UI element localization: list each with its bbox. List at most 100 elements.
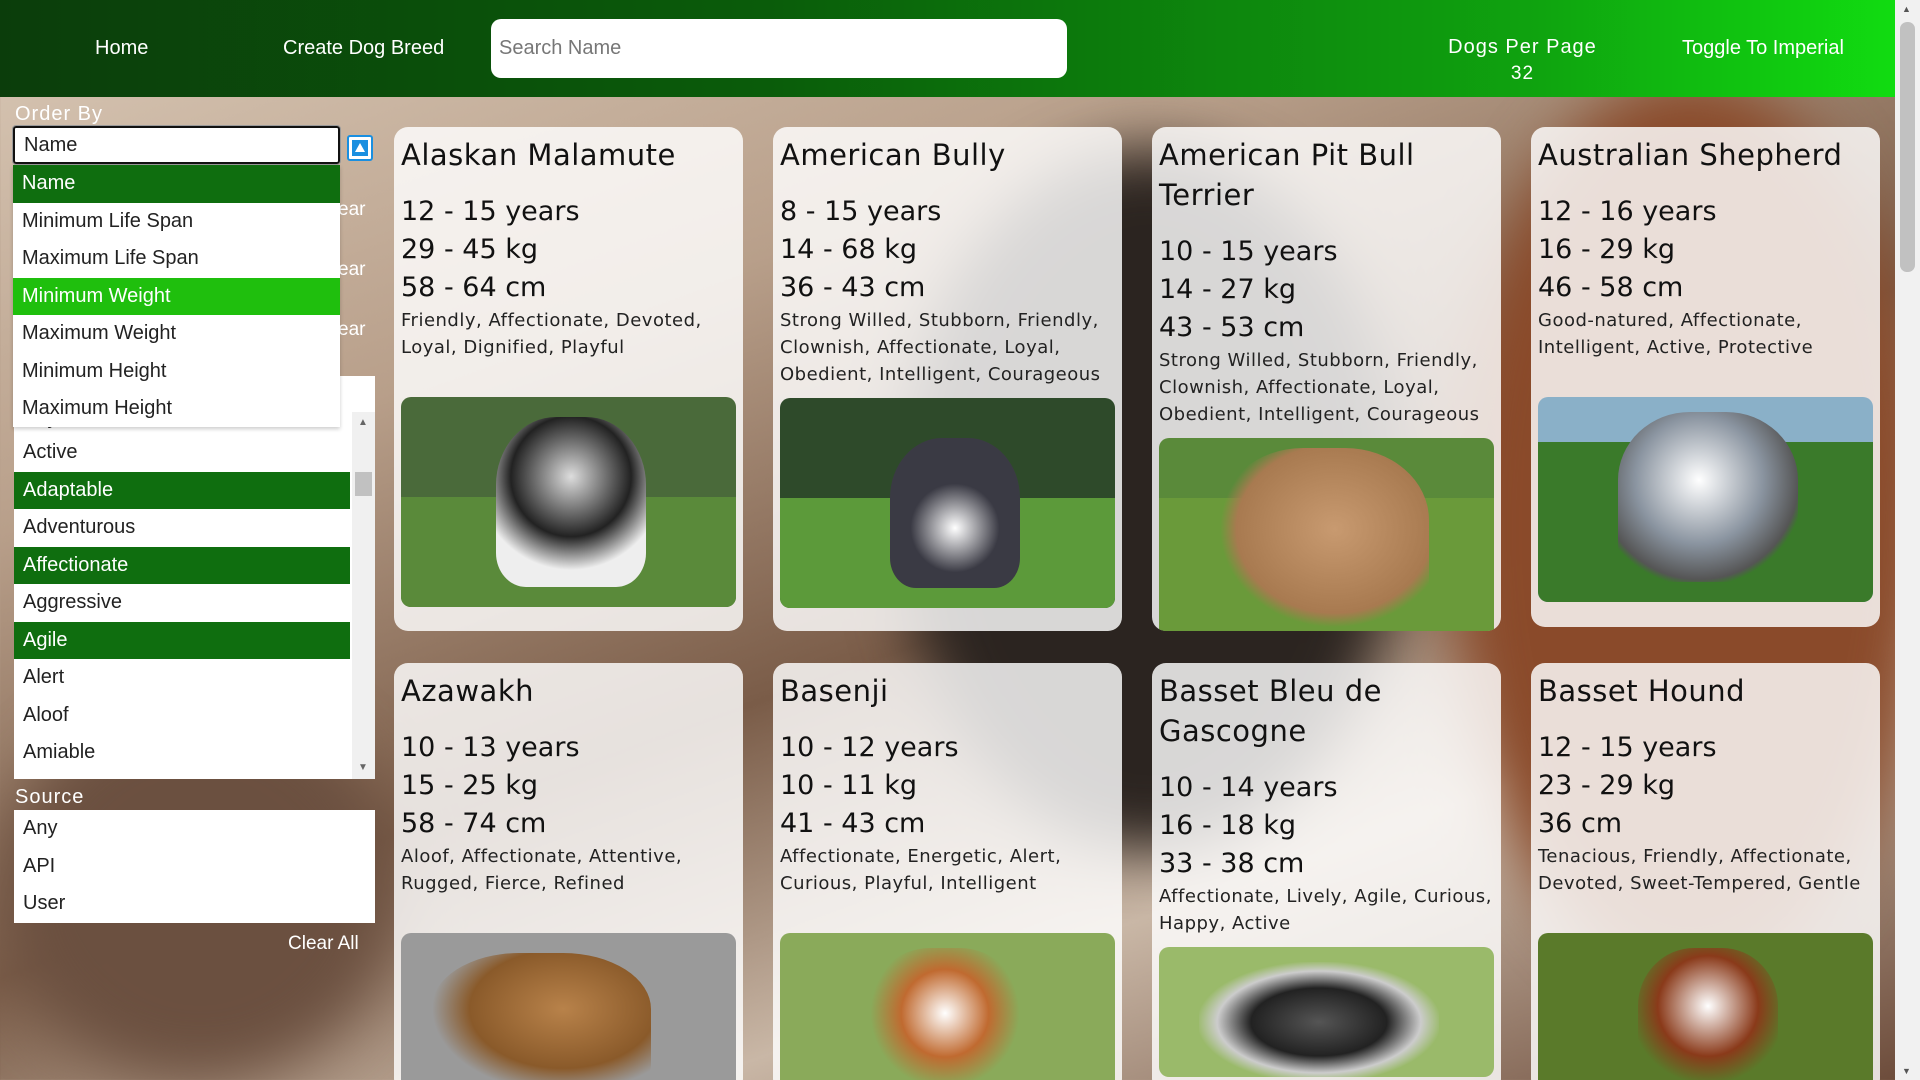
breed-name: American Pit Bull Terrier — [1159, 138, 1415, 212]
temperament-option[interactable]: Active — [14, 434, 350, 472]
breed-name: Alaskan Malamute — [401, 138, 676, 172]
page-scroll-thumb[interactable] — [1900, 22, 1915, 272]
height: 41 - 43 cm — [780, 808, 926, 839]
height: 36 cm — [1538, 808, 1623, 839]
order-option[interactable]: Name — [13, 165, 340, 203]
sort-direction-button[interactable] — [347, 135, 373, 161]
order-by-select[interactable]: Name — [12, 125, 341, 165]
scroll-down-arrow-icon[interactable]: ▼ — [358, 762, 368, 773]
source-option[interactable]: Any — [14, 810, 375, 848]
breed-card[interactable]: Basenji 10 - 12 years 10 - 11 kg 41 - 43… — [773, 663, 1122, 1080]
clear-filter-button[interactable]: ear — [338, 319, 365, 341]
temperament-option[interactable]: Aloof — [14, 697, 350, 735]
order-by-label: Order By — [15, 103, 104, 125]
order-option[interactable]: Minimum Life Span — [13, 203, 340, 241]
breed-card[interactable]: Australian Shepherd 12 - 16 years 16 - 2… — [1531, 127, 1880, 627]
temperament-option[interactable]: Agile — [14, 621, 350, 659]
temperament-text: Affectionate, Energetic, Alert, Curious,… — [780, 846, 1062, 894]
temperament-option[interactable]: Adventurous — [14, 509, 350, 547]
source-listbox[interactable]: Any API User — [14, 810, 375, 923]
breed-photo — [780, 933, 1115, 1080]
height: 58 - 74 cm — [401, 808, 547, 839]
breed-name: Basenji — [780, 674, 889, 708]
breed-card[interactable]: Basset Hound 12 - 15 years 23 - 29 kg 36… — [1531, 663, 1880, 1080]
temperament-text: Aloof, Affectionate, Attentive, Rugged, … — [401, 846, 683, 894]
temperament-text: Affectionate, Lively, Agile, Curious, Ha… — [1159, 886, 1492, 934]
life-span: 10 - 12 years — [780, 732, 959, 763]
scroll-up-arrow-icon[interactable]: ▲ — [1902, 4, 1911, 14]
clear-filter-button[interactable]: ear — [338, 199, 365, 221]
temperament-options: Any Active Adaptable Adventurous Affecti… — [14, 408, 350, 772]
weight: 29 - 45 kg — [401, 234, 538, 265]
order-option[interactable]: Maximum Life Span — [13, 240, 340, 278]
clear-filter-button[interactable]: ear — [338, 259, 365, 281]
weight: 14 - 68 kg — [780, 234, 917, 265]
temperament-listbox[interactable]: Any Active Adaptable Adventurous Affecti… — [14, 376, 375, 779]
breed-photo — [780, 398, 1115, 608]
temperament-text: Strong Willed, Stubborn, Friendly, Clown… — [780, 310, 1101, 385]
height: 58 - 64 cm — [401, 272, 547, 303]
breed-photo — [1538, 397, 1873, 602]
order-option[interactable]: Minimum Weight — [13, 277, 340, 315]
weight: 10 - 11 kg — [780, 770, 917, 801]
temperament-option[interactable]: Adaptable — [14, 471, 350, 509]
life-span: 10 - 14 years — [1159, 772, 1338, 803]
height: 36 - 43 cm — [780, 272, 926, 303]
dogs-per-page-label: Dogs Per Page — [1448, 36, 1597, 58]
scroll-up-arrow-icon[interactable]: ▲ — [358, 417, 368, 428]
temperament-option[interactable]: Affectionate — [14, 546, 350, 584]
temperament-text: Friendly, Affectionate, Devoted, Loyal, … — [401, 310, 702, 358]
toggle-units-button[interactable]: Toggle To Imperial — [1682, 37, 1844, 60]
source-option[interactable]: User — [14, 885, 375, 923]
height: 33 - 38 cm — [1159, 848, 1305, 879]
breed-card[interactable]: American Bully 8 - 15 years 14 - 68 kg 3… — [773, 127, 1122, 631]
temperament-text: Tenacious, Friendly, Affectionate, Devot… — [1538, 846, 1861, 894]
temperament-text: Good-natured, Affectionate, Intelligent,… — [1538, 310, 1814, 358]
temperament-option[interactable]: Alert — [14, 659, 350, 697]
top-navbar: Home Create Dog Breed Dogs Per Page 32 T… — [0, 0, 1920, 97]
life-span: 12 - 15 years — [401, 196, 580, 227]
height: 43 - 53 cm — [1159, 312, 1305, 343]
breed-card[interactable]: Azawakh 10 - 13 years 15 - 25 kg 58 - 74… — [394, 663, 743, 1080]
breed-photo — [1538, 933, 1873, 1080]
temperament-option[interactable]: Aggressive — [14, 584, 350, 622]
weight: 16 - 18 kg — [1159, 810, 1296, 841]
weight: 14 - 27 kg — [1159, 274, 1296, 305]
breed-name: American Bully — [780, 138, 1006, 172]
weight: 15 - 25 kg — [401, 770, 538, 801]
temperament-option[interactable]: Amiable — [14, 734, 350, 772]
breed-photo — [1159, 438, 1494, 631]
scroll-down-arrow-icon[interactable]: ▼ — [1902, 1066, 1911, 1076]
breed-card[interactable]: Alaskan Malamute 12 - 15 years 29 - 45 k… — [394, 127, 743, 631]
search-input[interactable] — [491, 19, 1067, 78]
dogs-per-page-control[interactable]: Dogs Per Page 32 — [1420, 36, 1625, 85]
order-option[interactable]: Minimum Height — [13, 353, 340, 391]
breed-photo — [1159, 947, 1494, 1077]
order-option[interactable]: Maximum Weight — [13, 315, 340, 353]
breed-card[interactable]: American Pit Bull Terrier 10 - 15 years … — [1152, 127, 1501, 631]
life-span: 12 - 16 years — [1538, 196, 1717, 227]
breed-photo — [401, 933, 736, 1080]
create-breed-link[interactable]: Create Dog Breed — [283, 37, 444, 60]
source-label: Source — [15, 786, 85, 808]
breed-name: Australian Shepherd — [1538, 138, 1843, 172]
temperament-scrollbar[interactable]: ▲ ▼ — [352, 412, 375, 779]
weight: 23 - 29 kg — [1538, 770, 1675, 801]
home-link[interactable]: Home — [95, 37, 148, 60]
life-span: 10 - 13 years — [401, 732, 580, 763]
life-span: 12 - 15 years — [1538, 732, 1717, 763]
life-span: 8 - 15 years — [780, 196, 942, 227]
order-option[interactable]: Maximum Height — [13, 390, 340, 427]
height: 46 - 58 cm — [1538, 272, 1684, 303]
breed-name: Azawakh — [401, 674, 534, 708]
source-option[interactable]: API — [14, 848, 375, 886]
clear-all-button[interactable]: Clear All — [288, 933, 359, 955]
breed-card[interactable]: Basset Bleu de Gascogne 10 - 14 years 16… — [1152, 663, 1501, 1080]
order-by-dropdown[interactable]: Name Minimum Life Span Maximum Life Span… — [13, 165, 340, 427]
temperament-text: Strong Willed, Stubborn, Friendly, Clown… — [1159, 350, 1480, 425]
weight: 16 - 29 kg — [1538, 234, 1675, 265]
life-span: 10 - 15 years — [1159, 236, 1338, 267]
page-scrollbar[interactable]: ▲ ▼ — [1895, 0, 1920, 1080]
breed-photo — [401, 397, 736, 607]
scroll-thumb[interactable] — [355, 472, 372, 496]
